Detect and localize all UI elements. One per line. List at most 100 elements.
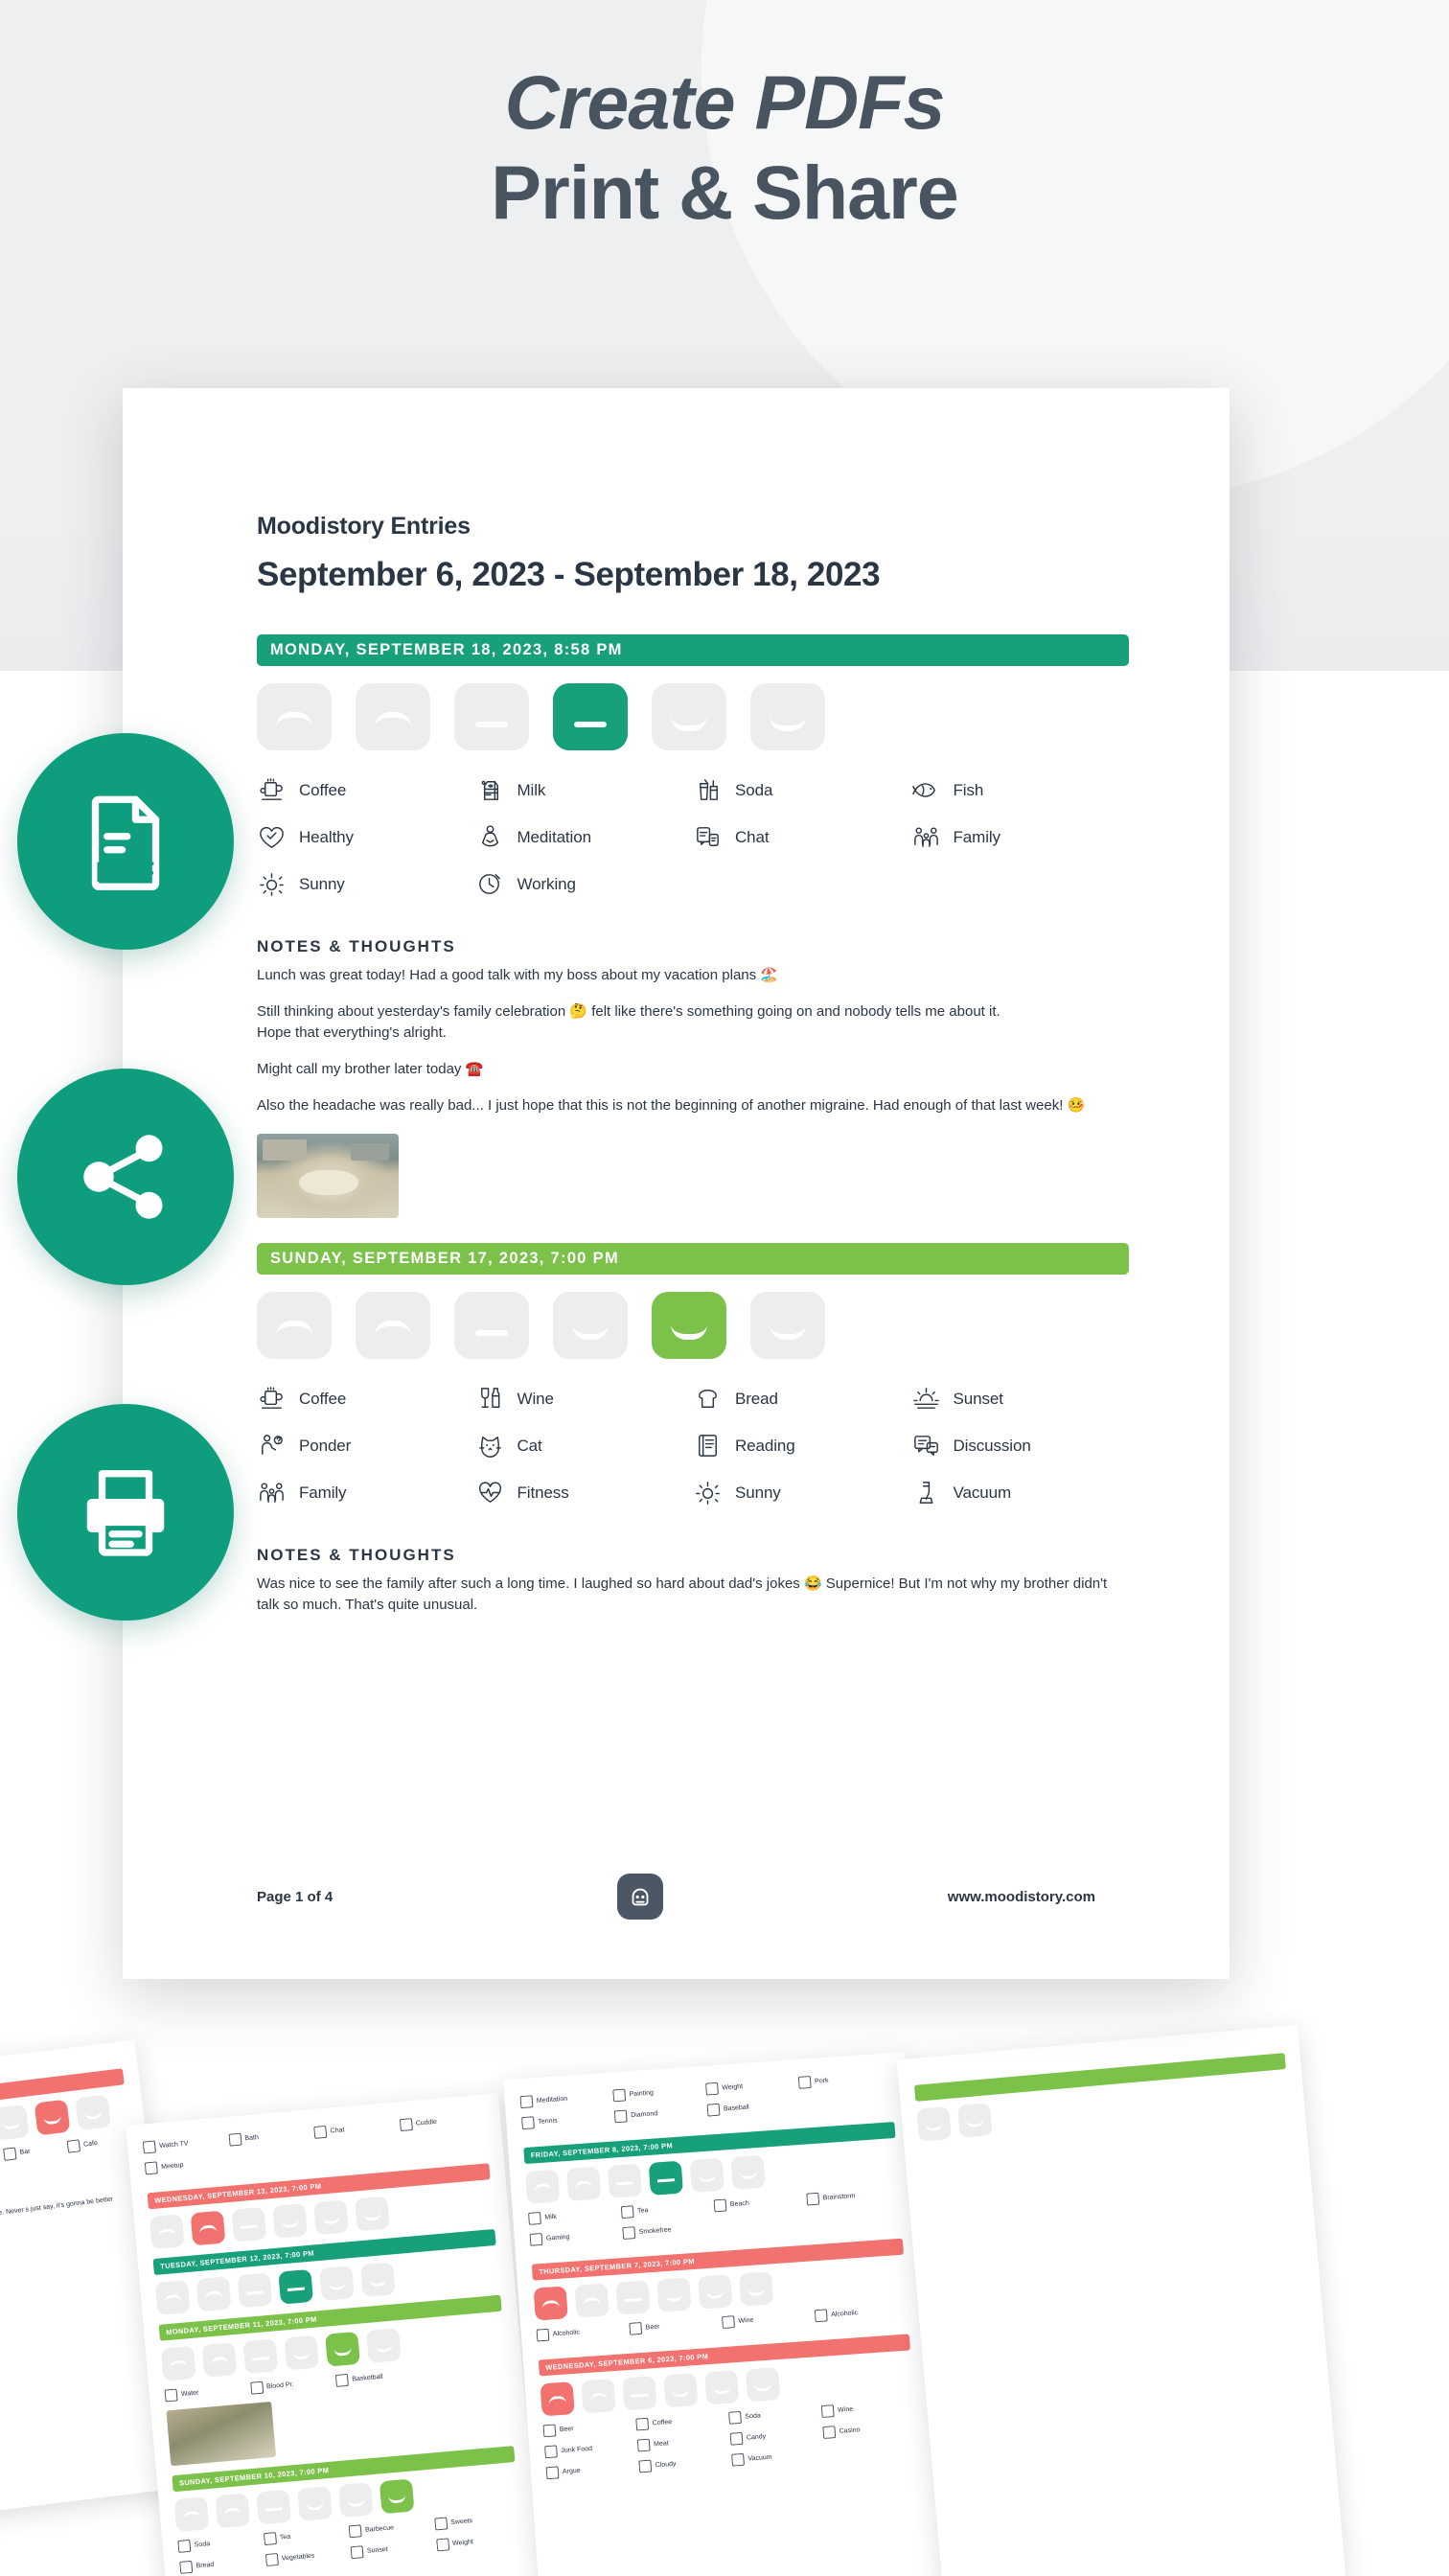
mini-mood	[242, 2338, 279, 2375]
mini-activity: Tea	[620, 2199, 715, 2220]
share-icon	[83, 1135, 163, 1219]
mini-mood	[730, 2154, 766, 2190]
activity-label: Wine	[517, 1389, 554, 1408]
activity-icon	[638, 2459, 653, 2473]
mini-activity: Milk	[528, 2206, 622, 2225]
mood-mouth-icon	[671, 1324, 707, 1340]
activity-item: Family	[911, 822, 1130, 852]
activity-label: Fish	[953, 780, 984, 799]
activity-item: Healthy	[257, 822, 475, 852]
cat-icon	[475, 1431, 505, 1460]
mini-activity: Basketball	[334, 2367, 422, 2387]
mini-activity: Candy	[729, 2426, 824, 2446]
mini-activity-label: Wine	[837, 2405, 854, 2414]
mini-activity-label: Painting	[629, 2089, 655, 2099]
mini-activity-label: Vegetables	[281, 2552, 315, 2563]
activity-icon	[144, 2161, 158, 2175]
mood-option-ok[interactable]	[553, 1292, 628, 1359]
mini-activity-label: Diamond	[630, 2110, 658, 2120]
activity-icon	[228, 2132, 242, 2147]
mini-activity-label: Candy	[746, 2433, 767, 2442]
entry-header-bar: MONDAY, SEPTEMBER 18, 2023, 8:58 PM	[257, 634, 1129, 666]
chat-icon	[693, 822, 723, 852]
mood-option-selected[interactable]	[553, 683, 628, 750]
activity-label: Family	[299, 1483, 347, 1502]
mood-option-great[interactable]	[750, 683, 825, 750]
pdf-button[interactable]: PDF	[17, 733, 234, 950]
activity-icon	[142, 2140, 156, 2154]
mini-mood	[525, 2169, 561, 2204]
activity-icon	[249, 2380, 264, 2395]
mini-activity: Argue	[545, 2460, 640, 2480]
mini-mood	[574, 2283, 610, 2318]
activity-item: Chat	[693, 822, 911, 852]
milk-icon	[475, 775, 505, 805]
activity-icon	[164, 2388, 178, 2403]
share-button[interactable]	[17, 1069, 234, 1285]
notes-heading: NOTES & THOUGHTS	[257, 937, 456, 955]
mini-activity: Brainstorm	[806, 2187, 900, 2206]
mood-selector-row	[257, 683, 1129, 750]
activity-icon	[542, 2424, 557, 2438]
activity-item: Fitness	[475, 1478, 694, 1507]
mini-mood	[354, 2196, 390, 2232]
mood-option-sad[interactable]	[356, 683, 430, 750]
mini-activity-label: Cloudy	[655, 2460, 677, 2470]
mini-mood	[297, 2485, 333, 2521]
activity-label: Cat	[517, 1436, 542, 1455]
mini-activity-label: Beach	[729, 2199, 750, 2209]
activity-icon	[528, 2211, 541, 2225]
activity-icon	[620, 2205, 634, 2220]
mini-activity-label: Tea	[279, 2533, 291, 2542]
activity-icon	[629, 2321, 643, 2335]
mini-activity-label: Basketball	[352, 2373, 383, 2383]
mini-mood	[916, 2105, 952, 2142]
mood-option-very-sad[interactable]	[257, 683, 332, 750]
sunset-icon	[911, 1384, 941, 1414]
mini-activity-label: Gaming	[545, 2233, 570, 2242]
mini-mood	[256, 2489, 292, 2525]
mood-option-very-sad[interactable]	[257, 1292, 332, 1359]
mood-option-neutral[interactable]	[454, 683, 529, 750]
mini-mood	[325, 2331, 360, 2367]
mini-activity-label: Junk Food	[561, 2445, 593, 2455]
mood-mouth-icon	[671, 716, 707, 731]
mood-option-selected[interactable]	[652, 1292, 726, 1359]
pdf-page-preview[interactable]: Moodistory Entries September 6, 2023 - S…	[123, 388, 1230, 1979]
mood-option-good[interactable]	[652, 683, 726, 750]
mood-mouth-icon	[276, 1321, 312, 1336]
mini-activity: Tennis	[521, 2110, 615, 2130]
mini-activity: Baseball	[706, 2098, 801, 2117]
mini-activity: Sweets	[433, 2511, 520, 2531]
activity-item: Coffee	[257, 775, 475, 805]
activity-icon	[435, 2538, 449, 2552]
mood-option-neutral[interactable]	[454, 1292, 529, 1359]
mini-activity-label: Meat	[653, 2440, 669, 2449]
mini-activity: Alcoholic	[536, 2323, 631, 2342]
mini-activity: Weight	[705, 2077, 799, 2096]
mini-activity: Wine	[820, 2399, 915, 2419]
mini-mood	[745, 2367, 781, 2403]
mood-option-sad[interactable]	[356, 1292, 430, 1359]
mini-activity-label: Brainstorm	[822, 2193, 856, 2202]
mini-activity: Watch TV	[142, 2134, 229, 2154]
mini-mood	[196, 2276, 232, 2312]
print-button[interactable]	[17, 1404, 234, 1621]
mini-mood	[337, 2482, 374, 2518]
photo-detail	[351, 1143, 389, 1161]
mini-note: h a bad headache. Uh.. it's really terri…	[0, 2196, 114, 2230]
healthy-icon	[257, 822, 287, 852]
mini-activity: Sunset	[350, 2540, 437, 2560]
mini-activity-label: Pork	[814, 2077, 829, 2085]
discussion-icon	[911, 1431, 941, 1460]
family-icon	[911, 822, 941, 852]
mini-mood	[379, 2478, 415, 2515]
fitness-icon	[475, 1478, 505, 1507]
mood-option-great[interactable]	[750, 1292, 825, 1359]
photo-detail	[263, 1139, 307, 1161]
mood-mouth-icon	[475, 722, 508, 727]
activity-icon	[399, 2118, 413, 2132]
mini-mood	[173, 2496, 210, 2533]
mini-mood	[689, 2157, 724, 2193]
activity-label: Bread	[735, 1389, 778, 1408]
